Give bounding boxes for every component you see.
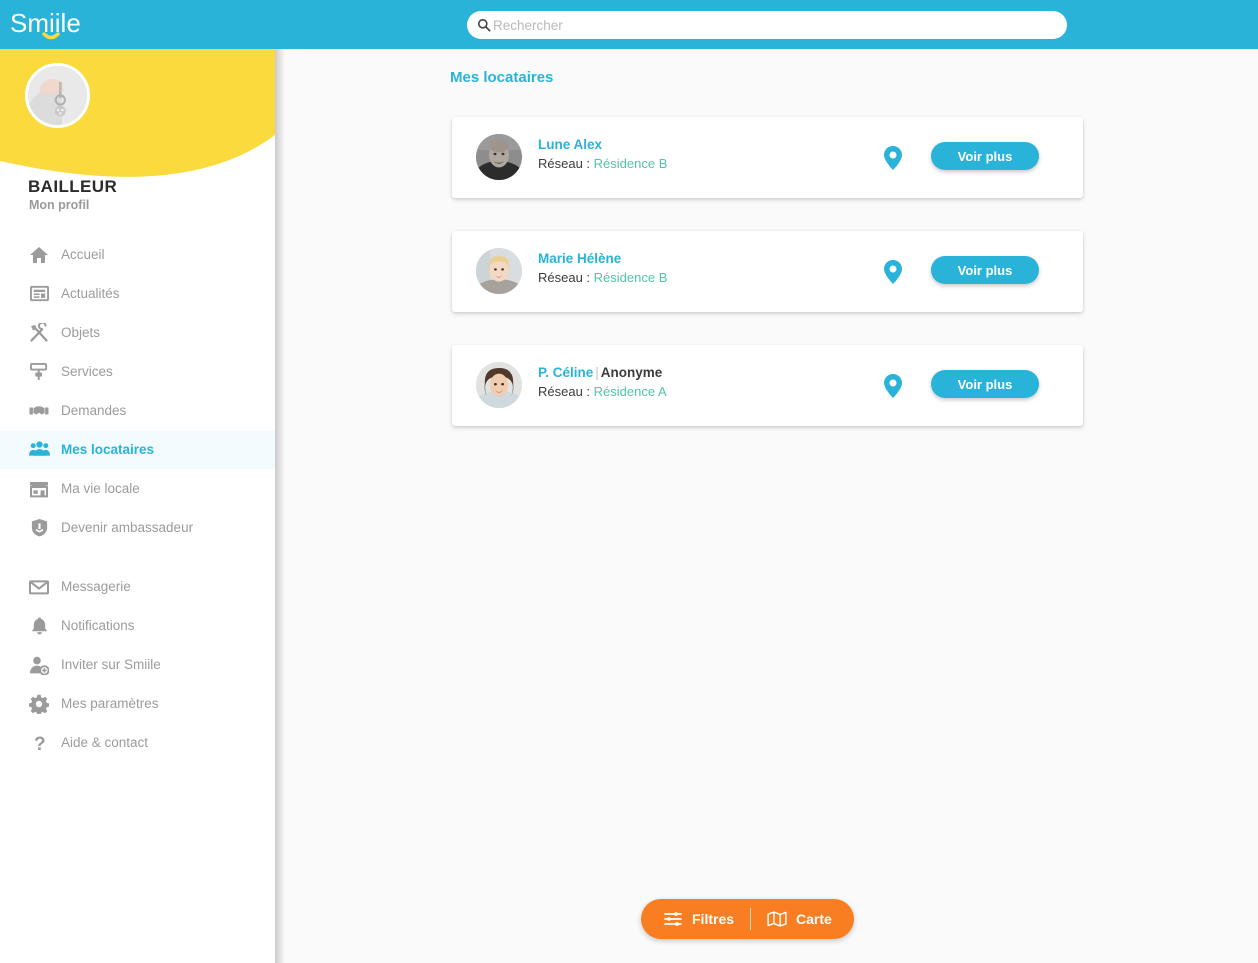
network-name: Résidence A xyxy=(593,384,667,399)
sidebar-item-label: Ma vie locale xyxy=(61,481,140,496)
page-profile-name: BAILLEUR xyxy=(28,177,118,196)
avatar[interactable] xyxy=(25,63,90,128)
avatar xyxy=(476,134,522,180)
sidebar-item-label: Services xyxy=(61,364,113,379)
sidebar-item-inviter-sur-smiile[interactable]: Inviter sur Smiile xyxy=(0,645,275,684)
sidebar-nav-secondary: Messagerie Notifications Inviter sur Smi… xyxy=(0,567,275,762)
sidebar-item-demandes[interactable]: Demandes xyxy=(0,391,275,430)
map-label: Carte xyxy=(796,911,832,927)
tenant-network: Réseau : Résidence B xyxy=(538,270,668,285)
tenant-card[interactable]: Marie Hélène Réseau : Résidence B Voir p… xyxy=(452,231,1083,312)
handshake-icon xyxy=(28,400,50,422)
main-content: Mes locataires Lune Alex Réseau : Réside… xyxy=(275,49,1258,963)
tenant-card[interactable]: Lune Alex Réseau : Résidence B Voir plus xyxy=(452,117,1083,198)
page-title: Mes locataires xyxy=(450,69,554,86)
sidebar-item-devenir-ambassadeur[interactable]: Devenir ambassadeur xyxy=(0,508,275,547)
tenant-network: Réseau : Résidence A xyxy=(538,384,667,399)
tenant-network: Réseau : Résidence B xyxy=(538,156,668,171)
sidebar-item-objets[interactable]: Objets xyxy=(0,313,275,352)
tenant-info: P. Céline | Anonyme Réseau : Résidence A xyxy=(538,365,667,399)
sidebar-item-label: Mes locataires xyxy=(61,442,155,457)
sliders-icon xyxy=(663,909,683,929)
network-name: Résidence B xyxy=(593,270,668,285)
sidebar-item-label: Messagerie xyxy=(61,579,131,594)
sidebar-item-label: Notifications xyxy=(61,618,135,633)
sidebar-item-actualites[interactable]: Actualités xyxy=(0,274,275,313)
sidebar-item-label: Inviter sur Smiile xyxy=(61,657,161,672)
sidebar-item-messagerie[interactable]: Messagerie xyxy=(0,567,275,606)
people-group-icon xyxy=(28,439,50,461)
sidebar-item-label: Accueil xyxy=(61,247,105,262)
svg-text:?: ? xyxy=(34,734,46,753)
newspaper-icon xyxy=(28,283,50,305)
avatar xyxy=(476,248,522,294)
sidebar-item-label: Demandes xyxy=(61,403,127,418)
sidebar-item-label: Mes paramètres xyxy=(61,696,159,711)
tenant-info: Marie Hélène Réseau : Résidence B xyxy=(538,251,667,285)
tools-icon xyxy=(28,322,50,344)
tenant-name: Lune Alex xyxy=(538,137,603,152)
sidebar-item-accueil[interactable]: Accueil xyxy=(0,235,275,274)
sidebar-item-label: Objets xyxy=(61,325,101,340)
filters-button[interactable]: Filtres xyxy=(663,909,734,929)
view-more-button[interactable]: Voir plus xyxy=(931,256,1039,284)
map-pin-icon[interactable] xyxy=(880,373,906,399)
sidebar: BAILLEUR Mon profil Accueil Actualités O… xyxy=(0,49,275,963)
sidebar-item-notifications[interactable]: Notifications xyxy=(0,606,275,645)
sidebar-item-aide-contact[interactable]: ? Aide & contact xyxy=(0,723,275,762)
tenant-info: Lune Alex Réseau : Résidence B xyxy=(538,137,667,171)
sidebar-item-mes-locataires[interactable]: Mes locataires xyxy=(0,430,275,469)
avatar xyxy=(476,362,522,408)
paint-roller-icon xyxy=(28,361,50,383)
search-input[interactable] xyxy=(493,13,1033,37)
sidebar-item-ma-vie-locale[interactable]: Ma vie locale xyxy=(0,469,275,508)
gear-icon xyxy=(28,693,50,715)
view-more-button[interactable]: Voir plus xyxy=(931,370,1039,398)
profile-subtitle: Mon profil xyxy=(29,198,90,212)
bell-icon xyxy=(28,615,50,637)
sidebar-item-label: Devenir ambassadeur xyxy=(61,520,194,535)
sidebar-shadow xyxy=(275,49,285,963)
map-pin-icon[interactable] xyxy=(880,145,906,171)
sidebar-item-services[interactable]: Services xyxy=(0,352,275,391)
folded-map-icon xyxy=(767,909,787,929)
home-icon xyxy=(28,244,50,266)
tenant-card[interactable]: P. Céline | Anonyme Réseau : Résidence A V… xyxy=(452,345,1083,426)
sidebar-item-label: Aide & contact xyxy=(61,735,149,750)
question-mark-icon: ? xyxy=(28,732,50,754)
envelope-icon xyxy=(28,576,50,598)
floating-action-bar: Filtres Carte xyxy=(641,899,854,939)
search-icon xyxy=(477,18,491,32)
view-more-button[interactable]: Voir plus xyxy=(931,142,1039,170)
tenant-name: Marie Hélène xyxy=(538,251,622,266)
map-pin-icon[interactable] xyxy=(880,259,906,285)
sidebar-nav-main: Accueil Actualités Objets Services Deman… xyxy=(0,235,275,547)
fab-divider xyxy=(750,908,752,930)
search-box[interactable] xyxy=(467,11,1067,39)
tenant-name: P. Céline | Anonyme xyxy=(538,365,663,380)
sidebar-item-mes-parametres[interactable]: Mes paramètres xyxy=(0,684,275,723)
storefront-icon xyxy=(28,478,50,500)
network-name: Résidence B xyxy=(593,156,668,171)
smiile-logo[interactable]: Smiile xyxy=(10,8,92,42)
anonymous-tag: Anonyme xyxy=(600,365,663,380)
user-plus-icon xyxy=(28,654,50,676)
top-header-bar: Smiile xyxy=(0,0,1258,49)
sidebar-item-label: Actualités xyxy=(61,286,120,301)
map-button[interactable]: Carte xyxy=(767,909,832,929)
shield-icon xyxy=(28,517,50,539)
filters-label: Filtres xyxy=(692,911,735,927)
